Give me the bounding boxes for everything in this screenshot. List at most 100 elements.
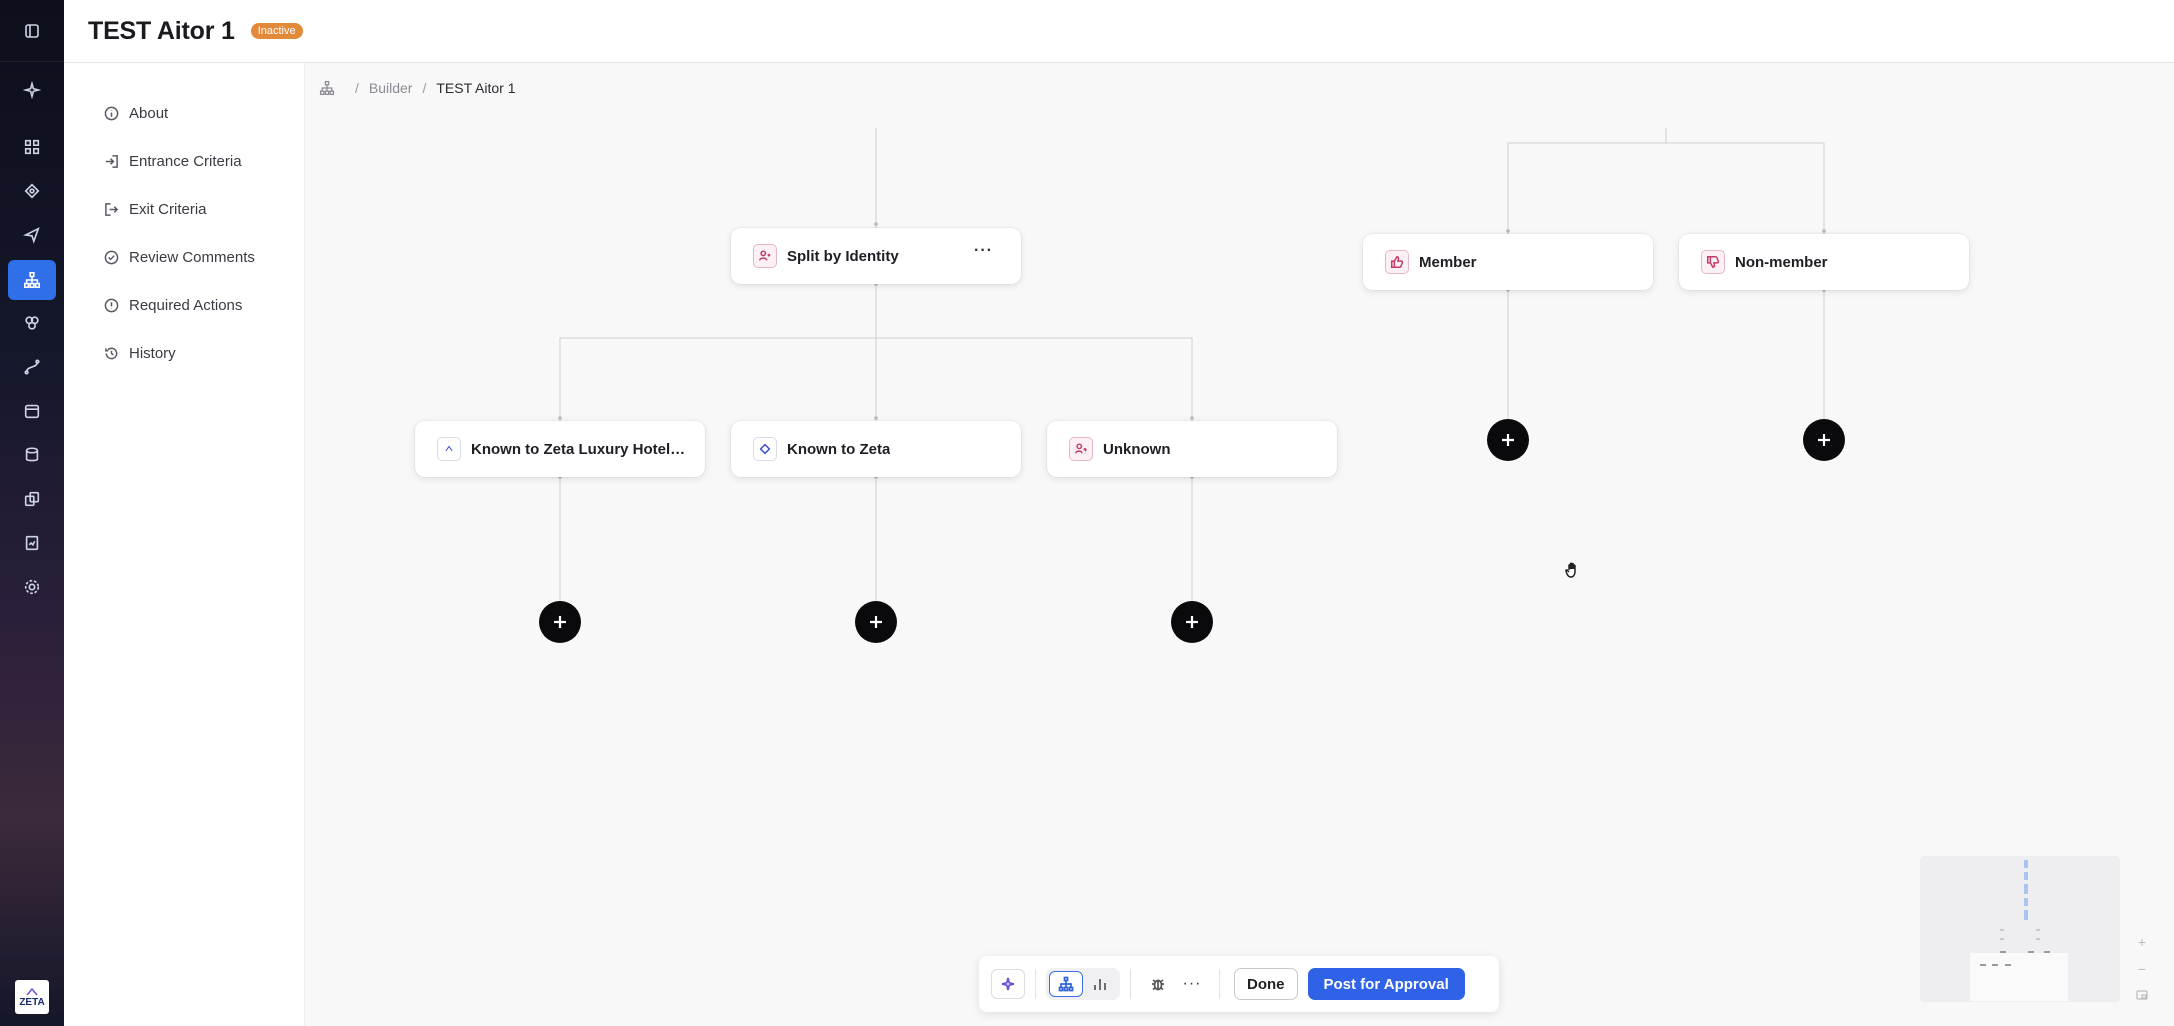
thumbs-up-icon <box>1385 250 1409 274</box>
builder-toolbar: ··· Done Post for Approval <box>979 956 1499 1012</box>
rail-assets[interactable] <box>0 479 64 519</box>
sparkle-icon <box>1001 977 1015 991</box>
sidenav-item-label: Exit Criteria <box>129 200 207 218</box>
app-rail: ZETA <box>0 0 64 1026</box>
zoom-in-button[interactable]: + <box>2138 934 2146 950</box>
rail-settings[interactable] <box>0 567 64 607</box>
plus-icon <box>870 616 882 628</box>
toolbar-divider <box>1219 969 1220 999</box>
minimap-content <box>1970 860 2068 1001</box>
bar-chart-icon <box>1094 979 1106 990</box>
ai-assist-button[interactable] <box>991 969 1025 999</box>
connector-lines <box>558 128 1826 622</box>
node-member[interactable]: Member <box>1363 234 1653 290</box>
post-for-approval-button[interactable]: Post for Approval <box>1307 968 1465 1000</box>
node-split-by-identity[interactable]: Split by Identity ··· <box>731 228 1021 284</box>
node-label: Known to Zeta Luxury Hotel Collection <box>471 440 687 458</box>
plus-icon <box>1502 434 1514 446</box>
node-non-member[interactable]: Non-member <box>1679 234 1969 290</box>
journey-icon <box>23 271 41 289</box>
thumbs-down-icon <box>1701 250 1725 274</box>
fit-view-button[interactable] <box>2136 988 2148 1004</box>
node-label: Non-member <box>1735 253 1828 271</box>
node-known-to-zeta[interactable]: Known to Zeta <box>731 421 1021 477</box>
login-icon <box>105 154 118 168</box>
node-more-button[interactable]: ··· <box>974 242 993 260</box>
rail-sparkle[interactable] <box>0 70 64 110</box>
sidenav-item-exit-criteria[interactable]: Exit Criteria <box>64 185 304 233</box>
send-icon <box>23 227 40 244</box>
rail-send[interactable] <box>0 215 64 255</box>
zeta-icon <box>437 437 461 461</box>
zeta-diamond-icon <box>753 437 777 461</box>
user-question-icon <box>1069 437 1093 461</box>
add-step-button[interactable] <box>855 601 897 643</box>
node-label: Known to Zeta <box>787 440 891 458</box>
debug-button[interactable] <box>1141 969 1175 999</box>
node-label: Member <box>1419 253 1477 271</box>
fit-view-icon <box>2136 990 2148 1000</box>
sidenav-item-label: Required Actions <box>129 296 243 314</box>
analytics-view-button[interactable] <box>1083 971 1117 997</box>
node-unknown[interactable]: Unknown <box>1047 421 1337 477</box>
plus-icon <box>1818 434 1830 446</box>
rail-calendar[interactable] <box>0 391 64 431</box>
add-step-button[interactable] <box>1487 419 1529 461</box>
database-icon <box>25 447 39 462</box>
more-options-button[interactable]: ··· <box>1175 969 1209 999</box>
minimap[interactable] <box>1920 856 2120 1002</box>
done-button[interactable]: Done <box>1234 968 1298 1000</box>
page-header: TEST Aitor 1 Inactive <box>64 0 2174 63</box>
node-label: Split by Identity <box>787 247 899 265</box>
assets-icon <box>24 491 40 507</box>
target-icon <box>24 183 40 199</box>
bug-icon <box>1152 979 1164 991</box>
sidenav-item-label: Review Comments <box>129 248 255 266</box>
check-circle-icon <box>104 250 119 264</box>
rail-segments[interactable] <box>0 303 64 343</box>
rail-dashboard[interactable] <box>0 127 64 167</box>
dashboard-icon <box>24 139 40 155</box>
sidenav-item-label: Entrance Criteria <box>129 152 242 170</box>
sidenav-item-review-comments[interactable]: Review Comments <box>64 233 304 281</box>
logo-text: ZETA <box>19 996 45 1008</box>
history-icon <box>105 347 118 359</box>
rail-journey[interactable] <box>8 260 56 300</box>
rail-target[interactable] <box>0 171 64 211</box>
alert-circle-icon <box>104 298 119 312</box>
zoom-out-button[interactable]: − <box>2138 961 2146 977</box>
info-icon <box>104 106 119 120</box>
toolbar-divider <box>1035 969 1036 999</box>
sparkle-icon <box>23 81 41 99</box>
rail-database[interactable] <box>0 435 64 475</box>
more-label: ··· <box>1182 975 1202 992</box>
add-step-button[interactable] <box>1803 419 1845 461</box>
toolbar-divider <box>1130 969 1131 999</box>
user-split-icon <box>753 244 777 268</box>
add-step-button[interactable] <box>1171 601 1213 643</box>
node-known-to-zeta-luxury-hotel[interactable]: Known to Zeta Luxury Hotel Collection <box>415 421 705 477</box>
sidenav-item-label: About <box>129 104 169 122</box>
status-badge: Inactive <box>250 23 303 39</box>
calendar-icon <box>24 404 40 419</box>
zeta-mark-icon <box>26 987 38 995</box>
rail-routing[interactable] <box>0 347 64 387</box>
add-step-button[interactable] <box>539 601 581 643</box>
sidebar-toggle-button[interactable] <box>0 0 64 62</box>
plus-icon <box>554 616 566 628</box>
sidenav-item-required-actions[interactable]: Required Actions <box>64 281 304 329</box>
sidebar-toggle-icon <box>25 23 39 38</box>
sidenav-item-label: History <box>129 344 176 362</box>
view-toggle <box>1046 968 1120 1000</box>
logout-icon <box>105 202 119 216</box>
tree-view-button[interactable] <box>1049 971 1083 997</box>
builder-canvas[interactable]: / Builder / TEST Aitor 1 Split by Identi… <box>305 63 2174 1026</box>
sidenav-item-about[interactable]: About <box>64 89 304 137</box>
routing-icon <box>24 359 40 375</box>
page-title: TEST Aitor 1 <box>88 16 235 45</box>
plus-icon <box>1186 616 1198 628</box>
rail-reports[interactable] <box>0 523 64 563</box>
settings-icon <box>24 579 40 595</box>
sidenav-item-entrance-criteria[interactable]: Entrance Criteria <box>64 137 304 185</box>
sidenav-item-history[interactable]: History <box>64 329 304 377</box>
